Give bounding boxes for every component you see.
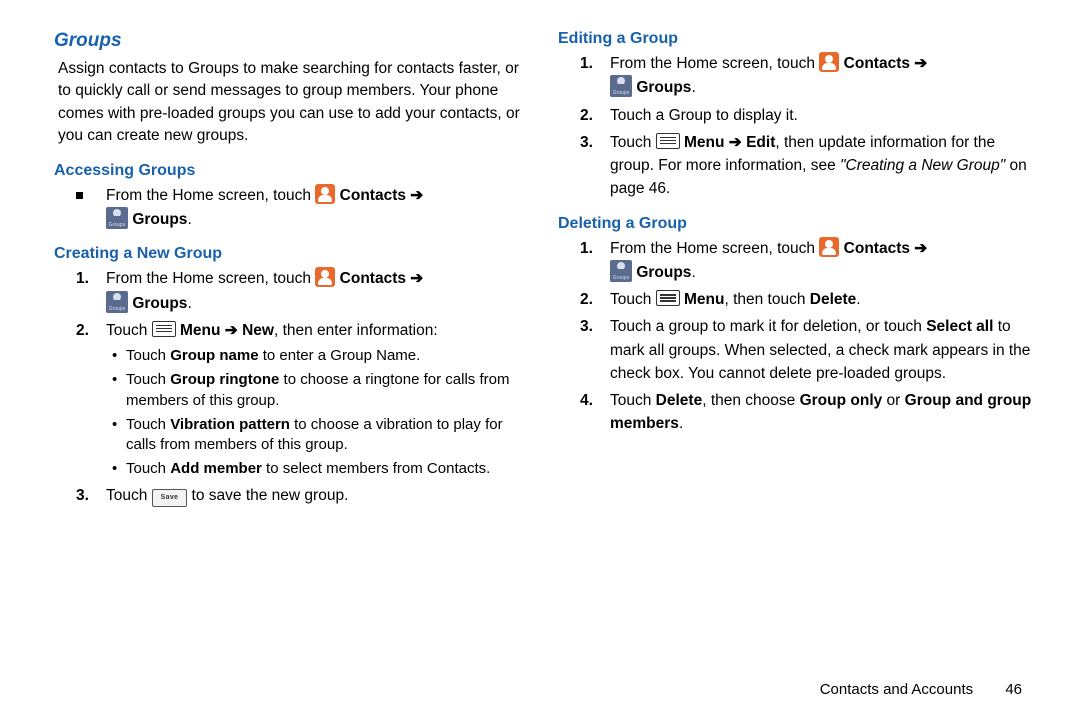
groups-icon xyxy=(610,75,632,97)
text: From the Home screen, touch xyxy=(106,270,315,287)
page-footer: Contacts and Accounts 46 xyxy=(820,681,1022,698)
group-name-label: Group name xyxy=(170,347,258,364)
arrow-icon: ➔ xyxy=(914,240,927,257)
contacts-icon xyxy=(315,184,335,204)
editing-step-3: 3. Touch Menu ➔ Edit, then update inform… xyxy=(580,131,1032,201)
menu-icon xyxy=(656,290,680,306)
text: to enter a Group Name. xyxy=(259,347,421,364)
text: Touch xyxy=(610,291,656,308)
creating-bullet-2: • Touch Group ringtone to choose a ringt… xyxy=(112,370,528,411)
contacts-icon xyxy=(819,237,839,257)
period: . xyxy=(691,264,695,281)
menu-label: Menu xyxy=(684,291,724,308)
arrow-icon: ➔ xyxy=(914,55,927,72)
text: Touch xyxy=(126,347,170,364)
groups-icon xyxy=(610,260,632,282)
creating-bullet-4: • Touch Add member to select members fro… xyxy=(112,459,528,479)
arrow-icon: ➔ xyxy=(410,270,423,287)
group-only-label: Group only xyxy=(800,392,883,409)
accessing-step: From the Home screen, touch Contacts ➔ G… xyxy=(76,184,528,232)
text: From the Home screen, touch xyxy=(106,187,315,204)
text: Touch xyxy=(126,371,170,388)
groups-icon xyxy=(106,291,128,313)
menu-icon xyxy=(152,321,176,337)
menu-label: Menu xyxy=(180,322,220,339)
vibration-pattern-label: Vibration pattern xyxy=(170,416,290,433)
text: Touch xyxy=(610,392,656,409)
creating-bullet-1: • Touch Group name to enter a Group Name… xyxy=(112,346,528,366)
heading-deleting: Deleting a Group xyxy=(558,215,1032,233)
text: Touch xyxy=(126,416,170,433)
heading-accessing: Accessing Groups xyxy=(54,162,528,180)
menu-label: Menu xyxy=(684,134,724,151)
select-all-label: Select all xyxy=(926,318,993,335)
group-ringtone-label: Group ringtone xyxy=(170,371,279,388)
text: Touch xyxy=(126,460,170,477)
save-button-icon: Save xyxy=(152,489,188,508)
creating-step-2: 2. Touch Menu ➔ New, then enter informat… xyxy=(76,319,528,342)
editing-step-1: 1. From the Home screen, touch Contacts … xyxy=(580,52,1032,100)
groups-icon xyxy=(106,207,128,229)
text: Touch xyxy=(106,322,152,339)
right-column: Editing a Group 1. From the Home screen,… xyxy=(556,30,1032,630)
editing-step-2: 2. Touch a Group to display it. xyxy=(580,104,1032,127)
text: , then touch xyxy=(724,291,809,308)
period: . xyxy=(691,79,695,96)
text: Touch a group to mark it for deletion, o… xyxy=(610,318,926,335)
deleting-step-2: 2. Touch Menu, then touch Delete. xyxy=(580,288,1032,311)
text: Touch a Group to display it. xyxy=(610,104,1032,127)
text: to save the new group. xyxy=(192,487,349,504)
add-member-label: Add member xyxy=(170,460,262,477)
intro-paragraph: Assign contacts to Groups to make search… xyxy=(58,58,528,148)
contacts-label: Contacts xyxy=(340,187,406,204)
arrow-icon: ➔ xyxy=(729,134,742,151)
groups-label: Groups xyxy=(636,79,691,96)
text: or xyxy=(882,392,904,409)
deleting-step-1: 1. From the Home screen, touch Contacts … xyxy=(580,237,1032,285)
delete-label: Delete xyxy=(656,392,703,409)
deleting-step-3: 3. Touch a group to mark it for deletion… xyxy=(580,315,1032,385)
text: , then enter information: xyxy=(274,322,438,339)
menu-icon xyxy=(656,133,680,149)
heading-creating: Creating a New Group xyxy=(54,245,528,263)
page-number: 46 xyxy=(1005,681,1022,698)
cross-reference: "Creating a New Group" xyxy=(840,157,1005,174)
contacts-label: Contacts xyxy=(340,270,406,287)
section-title: Groups xyxy=(54,30,528,52)
heading-editing: Editing a Group xyxy=(558,30,1032,48)
square-bullet-icon xyxy=(76,192,83,199)
creating-step-1: 1. From the Home screen, touch Contacts … xyxy=(76,267,528,315)
text: From the Home screen, touch xyxy=(610,240,819,257)
text: From the Home screen, touch xyxy=(610,55,819,72)
period: . xyxy=(187,211,191,228)
arrow-icon: ➔ xyxy=(410,187,423,204)
contacts-icon xyxy=(315,267,335,287)
groups-label: Groups xyxy=(132,211,187,228)
edit-label: Edit xyxy=(746,134,775,151)
left-column: Groups Assign contacts to Groups to make… xyxy=(52,30,528,630)
footer-section: Contacts and Accounts xyxy=(820,681,973,698)
contacts-icon xyxy=(819,52,839,72)
deleting-step-4: 4. Touch Delete, then choose Group only … xyxy=(580,389,1032,436)
groups-label: Groups xyxy=(132,295,187,312)
text: to select members from Contacts. xyxy=(262,460,490,477)
text: , then choose xyxy=(702,392,799,409)
text: Touch xyxy=(610,134,656,151)
creating-step-3: 3. Touch Save to save the new group. xyxy=(76,484,528,508)
period: . xyxy=(856,291,860,308)
period: . xyxy=(187,295,191,312)
creating-bullet-3: • Touch Vibration pattern to choose a vi… xyxy=(112,415,528,456)
text: Touch xyxy=(106,487,152,504)
new-label: New xyxy=(242,322,274,339)
contacts-label: Contacts xyxy=(844,240,910,257)
arrow-icon: ➔ xyxy=(225,322,238,339)
period: . xyxy=(679,415,683,432)
contacts-label: Contacts xyxy=(844,55,910,72)
groups-label: Groups xyxy=(636,264,691,281)
delete-label: Delete xyxy=(810,291,857,308)
